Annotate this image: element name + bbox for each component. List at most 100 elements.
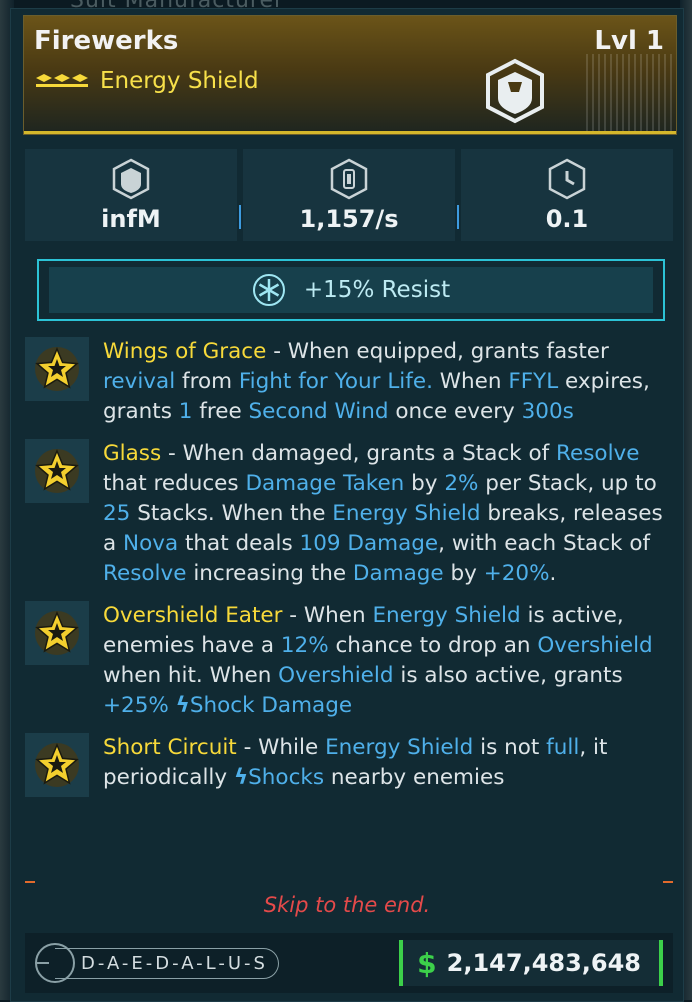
- perk-keyword: Nova: [123, 531, 179, 556]
- item-level: Lvl 1: [594, 26, 664, 56]
- shield-icon: [486, 58, 544, 124]
- resist-bonus: +15% Resist: [37, 259, 665, 321]
- recharge-rate-icon: [330, 158, 368, 200]
- perk-keyword: Shock Damage: [189, 693, 353, 718]
- shock-bolt-icon: ϟ: [175, 693, 190, 718]
- perk-text-segment: by: [443, 561, 484, 586]
- item-rarity-row: Energy Shield: [34, 68, 259, 94]
- perk-text-segment: - When: [282, 603, 373, 628]
- header-decor-stripes: [586, 54, 676, 134]
- perk-description: Overshield Eater - When Energy Shield is…: [103, 601, 673, 721]
- perk-keyword: +25%: [103, 693, 176, 718]
- perk-keyword: 1: [178, 399, 193, 424]
- rarity-chevrons-icon: [36, 74, 88, 87]
- perk-description: Short Circuit - While Energy Shield is n…: [103, 733, 673, 797]
- stat-capacity: infM: [25, 149, 241, 241]
- perk-keyword: 12%: [280, 633, 329, 658]
- item-value: $ 2,147,483,648: [399, 940, 663, 986]
- perk-keyword: 25: [103, 501, 131, 526]
- perk-text-segment: that reduces: [103, 471, 246, 496]
- perk-text-segment: free: [192, 399, 249, 424]
- perk-text-segment: increasing the: [186, 561, 353, 586]
- perk-name: Overshield Eater: [103, 603, 283, 628]
- perk-keyword: Resolve: [556, 441, 640, 466]
- stat-recharge-delay: 0.1: [461, 149, 673, 241]
- stat-recharge-rate: 1,157/s: [243, 149, 459, 241]
- perk-row: Short Circuit - While Energy Shield is n…: [25, 733, 673, 797]
- item-type: Energy Shield: [100, 68, 259, 94]
- perk-text-segment: is also active, grants: [393, 663, 623, 688]
- manufacturer-logo: D-A-E-D-A-L-U-S: [33, 941, 279, 985]
- perk-keyword: Damage Taken: [245, 471, 405, 496]
- perk-row: Glass - When damaged, grants a Stack of …: [25, 439, 673, 589]
- perk-text-segment: per Stack, up to: [478, 471, 657, 496]
- perk-text-segment: When: [432, 369, 509, 394]
- legendary-star-icon: [25, 337, 89, 401]
- recharge-delay-icon: [548, 158, 586, 200]
- stat-recharge-delay-value: 0.1: [545, 205, 589, 233]
- footer-note: Skip to the end.: [263, 893, 431, 917]
- perk-keyword: Second Wind: [248, 399, 389, 424]
- perk-name: Wings of Grace: [103, 339, 267, 364]
- separator-right-accent: [663, 881, 673, 883]
- perk-keyword: Energy Shield: [332, 501, 481, 526]
- perk-text-segment: - When damaged, grants a Stack of: [161, 441, 557, 466]
- legendary-star-icon: [25, 601, 89, 665]
- perk-keyword: Overshield: [537, 633, 653, 658]
- perk-text-segment: from: [175, 369, 239, 394]
- footer-separator: [25, 881, 673, 883]
- perk-keyword: Fight for Your Life.: [238, 369, 433, 394]
- perk-keyword: 2%: [444, 471, 479, 496]
- perk-name: Glass: [103, 441, 162, 466]
- stat-divider: [457, 205, 459, 229]
- legendary-star-icon: [25, 439, 89, 503]
- cryo-snowflake-icon: [252, 274, 285, 306]
- legendary-star-icon: [25, 733, 89, 797]
- shock-bolt-icon: ϟ: [233, 765, 249, 790]
- stat-divider: [239, 205, 241, 229]
- perk-text-segment: chance to drop an: [328, 633, 538, 658]
- manufacturer-name: D-A-E-D-A-L-U-S: [55, 947, 279, 979]
- stat-recharge-rate-value: 1,157/s: [299, 205, 399, 233]
- perk-text-segment: by: [404, 471, 445, 496]
- perk-row: Wings of Grace - When equipped, grants f…: [25, 337, 673, 427]
- perk-text-segment: is not: [473, 735, 547, 760]
- perk-keyword: Energy Shield: [372, 603, 521, 628]
- perk-keyword: Damage: [352, 561, 444, 586]
- perk-text-segment: - When equipped, grants faster: [266, 339, 609, 364]
- perk-keyword: Resolve: [103, 561, 187, 586]
- perk-keyword: FFYL: [508, 369, 559, 394]
- perk-name: Short Circuit: [103, 735, 237, 760]
- perk-keyword: Shocks: [248, 765, 325, 790]
- perk-description: Wings of Grace - When equipped, grants f…: [103, 337, 673, 427]
- perk-keyword: 109 Damage: [299, 531, 439, 556]
- stats-row: infM 1,157/s 0.1: [25, 149, 673, 241]
- perk-keyword: Overshield: [278, 663, 394, 688]
- item-name: Firewerks: [34, 26, 179, 56]
- item-footer: D-A-E-D-A-L-U-S $ 2,147,483,648: [25, 933, 673, 993]
- perk-list: Wings of Grace - When equipped, grants f…: [25, 337, 673, 809]
- item-header: Firewerks Lvl 1 Energy Shield: [23, 15, 677, 135]
- perk-keyword: full: [546, 735, 580, 760]
- stat-capacity-value: infM: [101, 205, 161, 233]
- resist-label: +15% Resist: [303, 277, 451, 303]
- item-tooltip-card: Firewerks Lvl 1 Energy Shield infM 1,157…: [10, 8, 684, 1002]
- perk-text-segment: Stacks. When the: [130, 501, 333, 526]
- shield-capacity-icon: [112, 158, 150, 200]
- perk-text-segment: once every: [388, 399, 522, 424]
- dollar-icon: $: [417, 946, 437, 980]
- perk-text-segment: nearby enemies: [324, 765, 505, 790]
- perk-row: Overshield Eater - When Energy Shield is…: [25, 601, 673, 721]
- perk-keyword: revival: [103, 369, 176, 394]
- perk-text-segment: when hit. When: [103, 663, 279, 688]
- perk-description: Glass - When damaged, grants a Stack of …: [103, 439, 673, 589]
- perk-keyword: 300s: [521, 399, 574, 424]
- perk-text-segment: , with each Stack of: [438, 531, 651, 556]
- perk-keyword: +20%: [483, 561, 550, 586]
- perk-text-segment: - While: [236, 735, 326, 760]
- perk-text-segment: .: [549, 561, 557, 586]
- perk-keyword: Energy Shield: [325, 735, 474, 760]
- separator-left-accent: [25, 881, 35, 883]
- perk-text-segment: that deals: [178, 531, 300, 556]
- item-value-amount: 2,147,483,648: [446, 949, 641, 977]
